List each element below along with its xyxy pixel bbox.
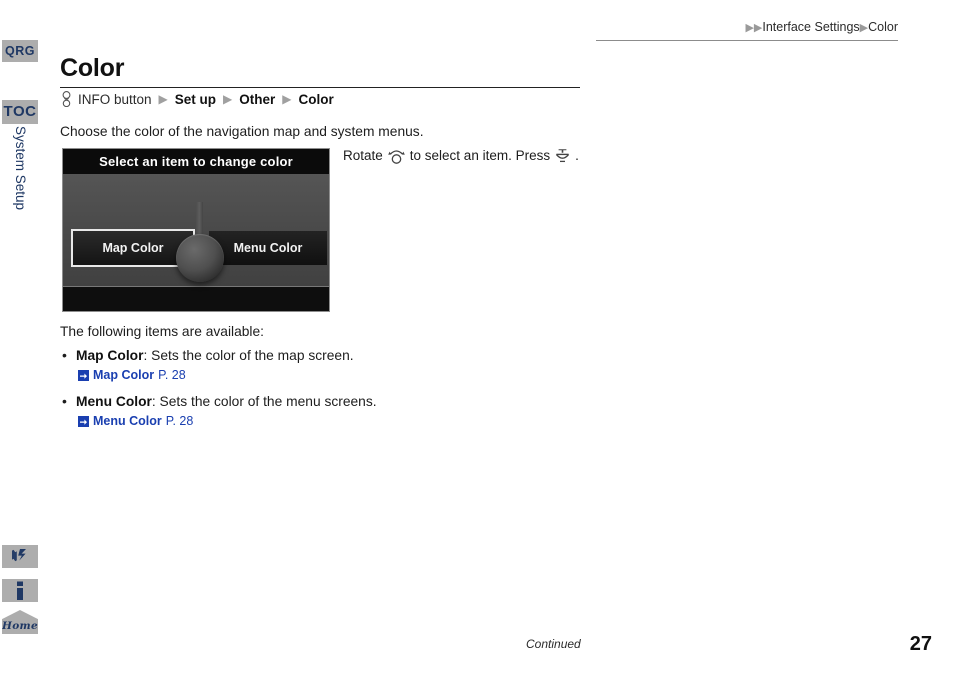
sidebar-tab-toc[interactable]: TOC (2, 100, 38, 124)
voice-command-icon (2, 545, 38, 568)
breadcrumb-info-button: INFO button (78, 91, 152, 107)
nav-screen-footer (63, 286, 329, 311)
title-divider (60, 87, 580, 89)
breadcrumb-path: INFO button ▶ Set up ▶ Other ▶ Color (60, 91, 334, 107)
list-item: • Menu Color: Sets the color of the menu… (60, 392, 540, 429)
nav-button-map-color-label: Map Color (102, 241, 164, 255)
home-icon-label: Home (2, 620, 38, 632)
following-items-label: The following items are available: (60, 324, 264, 339)
sidebar-section-label-text: System Setup (13, 126, 28, 211)
instruction-text-3: . (575, 148, 579, 163)
sidebar-button-voice-command[interactable] (2, 545, 38, 568)
sidebar-tab-qrg[interactable]: QRG (2, 40, 38, 62)
breadcrumb-arrow-icon-3: ▶ (282, 92, 292, 106)
nav-button-menu-color-label: Menu Color (233, 241, 303, 255)
list-item-term: Map Color (76, 348, 144, 363)
instruction-text-1: Rotate (343, 148, 383, 163)
list-item-term: Menu Color (76, 394, 152, 409)
sidebar: QRG TOC System Setup Home (0, 0, 40, 674)
list-item-text: • Menu Color: Sets the color of the menu… (60, 392, 540, 411)
nav-screen-illustration: Select an item to change color Map Color… (62, 148, 330, 312)
instruction-line: Rotate to select an item. Press . (343, 147, 579, 164)
cross-reference-title: Menu Color (93, 414, 162, 428)
nav-screen-body: Map Color Menu Color (63, 174, 329, 286)
nav-interface-knob-icon[interactable] (176, 234, 224, 282)
intro-paragraph: Choose the color of the navigation map a… (60, 124, 424, 139)
sidebar-button-info[interactable] (2, 579, 38, 602)
list-item: • Map Color: Sets the color of the map s… (60, 346, 540, 383)
page-number: 27 (909, 633, 932, 655)
breadcrumb-step-other: Other (239, 91, 276, 107)
breadcrumb-arrow-icon-2: ▶ (223, 92, 233, 106)
nav-screen-titlebar: Select an item to change color (63, 149, 329, 174)
cross-reference-link[interactable]: Map Color P. 28 (60, 367, 540, 383)
link-arrow-icon (78, 415, 89, 427)
knob-press-icon (60, 91, 73, 107)
cross-reference-page: P. 28 (158, 368, 186, 382)
footer-continued-label: Continued (526, 637, 581, 651)
instruction-text-2: to select an item. Press (409, 148, 551, 163)
nav-button-menu-color[interactable]: Menu Color (209, 231, 327, 265)
list-item-description: : Sets the color of the menu screens. (151, 394, 377, 409)
items-list: • Map Color: Sets the color of the map s… (60, 346, 540, 438)
knob-press-icon-2 (554, 147, 571, 164)
breadcrumb-step-color: Color (298, 91, 334, 107)
bullet-icon: • (62, 347, 67, 363)
link-arrow-icon (78, 369, 89, 381)
knob-rotate-icon (387, 147, 406, 164)
sidebar-section-label: System Setup (2, 124, 38, 214)
cross-reference-link[interactable]: Menu Color P. 28 (60, 413, 540, 429)
bullet-icon: • (62, 393, 67, 409)
breadcrumb-arrow-icon-1: ▶ (158, 92, 168, 106)
sidebar-tab-toc-label: TOC (3, 103, 37, 120)
sidebar-tab-qrg-label: QRG (5, 44, 35, 58)
list-item-description: : Sets the color of the map screen. (143, 348, 354, 363)
breadcrumb-step-setup: Set up (174, 91, 217, 107)
cross-reference-title: Map Color (93, 368, 155, 382)
sidebar-button-home[interactable]: Home (2, 610, 38, 634)
info-icon (2, 579, 38, 602)
list-item-text: • Map Color: Sets the color of the map s… (60, 346, 540, 365)
page-title: Color (60, 54, 125, 82)
cross-reference-page: P. 28 (165, 414, 194, 428)
main-content: Color INFO button ▶ Set up ▶ Other ▶ Col… (60, 0, 900, 674)
